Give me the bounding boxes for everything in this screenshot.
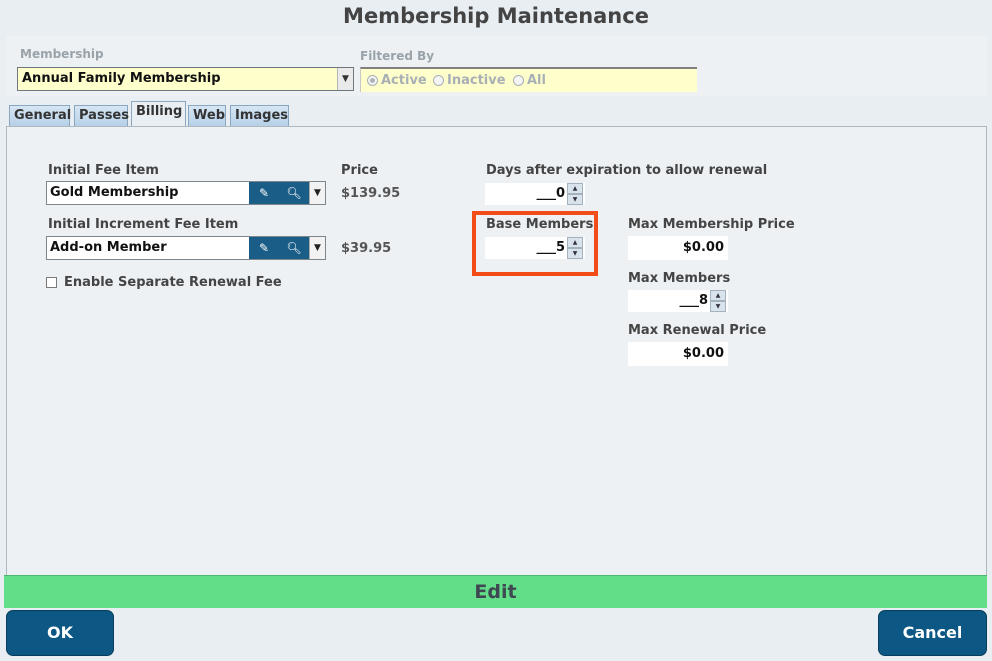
- separate-renewal-label: Enable Separate Renewal Fee: [64, 275, 282, 290]
- chevron-down-icon[interactable]: ▼: [337, 68, 353, 90]
- spin-up-icon[interactable]: ▲: [567, 183, 583, 194]
- filter-option-all-label: All: [527, 73, 546, 88]
- mode-status-bar: Edit: [4, 575, 987, 608]
- filter-option-active-label: Active: [381, 73, 427, 88]
- tab-billing[interactable]: Billing: [131, 101, 186, 127]
- radio-all[interactable]: [513, 75, 524, 86]
- tab-general[interactable]: General: [9, 105, 71, 127]
- filter-radio-group: Active Inactive All: [360, 67, 697, 92]
- filter-option-all[interactable]: All: [513, 73, 546, 88]
- spin-up-icon[interactable]: ▲: [710, 290, 726, 301]
- filter-label: Filtered By: [360, 49, 435, 63]
- initial-fee-value: Gold Membership: [50, 185, 179, 200]
- membership-label: Membership: [20, 47, 104, 61]
- cancel-button[interactable]: Cancel: [878, 610, 987, 656]
- filter-option-active[interactable]: Active: [367, 73, 427, 88]
- spin-down-icon[interactable]: ▼: [567, 194, 583, 205]
- max-members-label: Max Members: [628, 271, 731, 286]
- max-membership-price-label: Max Membership Price: [628, 217, 795, 232]
- spin-down-icon[interactable]: ▼: [710, 301, 726, 312]
- increment-fee-value: Add-on Member: [50, 240, 167, 255]
- increment-fee-lookup[interactable]: Add-on Member ✎ 🔍︎ ▼: [46, 236, 326, 260]
- initial-fee-price: $139.95: [341, 186, 401, 201]
- tab-passes[interactable]: Passes: [74, 105, 129, 127]
- price-label: Price: [341, 163, 378, 178]
- initial-fee-label: Initial Fee Item: [48, 163, 159, 178]
- pencil-icon[interactable]: ✎: [249, 237, 279, 259]
- membership-select-value: Annual Family Membership: [22, 71, 221, 86]
- filter-option-inactive[interactable]: Inactive: [433, 73, 506, 88]
- separate-renewal-checkbox[interactable]: [46, 277, 57, 288]
- magnifier-icon[interactable]: 🔍︎: [279, 182, 309, 204]
- max-renewal-price-label: Max Renewal Price: [628, 323, 767, 338]
- increment-fee-price: $39.95: [341, 241, 392, 256]
- radio-inactive[interactable]: [433, 75, 444, 86]
- chevron-down-icon[interactable]: ▼: [309, 237, 325, 259]
- membership-select[interactable]: Annual Family Membership ▼: [17, 67, 354, 91]
- chevron-down-icon[interactable]: ▼: [309, 182, 325, 204]
- renewal-days-label: Days after expiration to allow renewal: [486, 163, 768, 178]
- max-members-spinner[interactable]: ▲ ▼: [710, 290, 726, 312]
- highlight-box: [472, 211, 598, 276]
- magnifier-icon[interactable]: 🔍︎: [279, 237, 309, 259]
- increment-fee-label: Initial Increment Fee Item: [48, 217, 239, 232]
- renewal-days-spinner[interactable]: ▲ ▼: [567, 183, 583, 205]
- page-title: Membership Maintenance: [343, 4, 649, 28]
- radio-active[interactable]: [367, 75, 378, 86]
- pencil-icon[interactable]: ✎: [249, 182, 279, 204]
- tab-web[interactable]: Web: [188, 105, 226, 127]
- max-membership-price-input[interactable]: $0.00: [628, 236, 728, 260]
- filter-option-inactive-label: Inactive: [447, 73, 506, 88]
- max-renewal-price-input[interactable]: $0.00: [628, 342, 728, 366]
- ok-button[interactable]: OK: [6, 610, 114, 656]
- initial-fee-lookup[interactable]: Gold Membership ✎ 🔍︎ ▼: [46, 181, 326, 205]
- tab-images[interactable]: Images: [230, 105, 289, 127]
